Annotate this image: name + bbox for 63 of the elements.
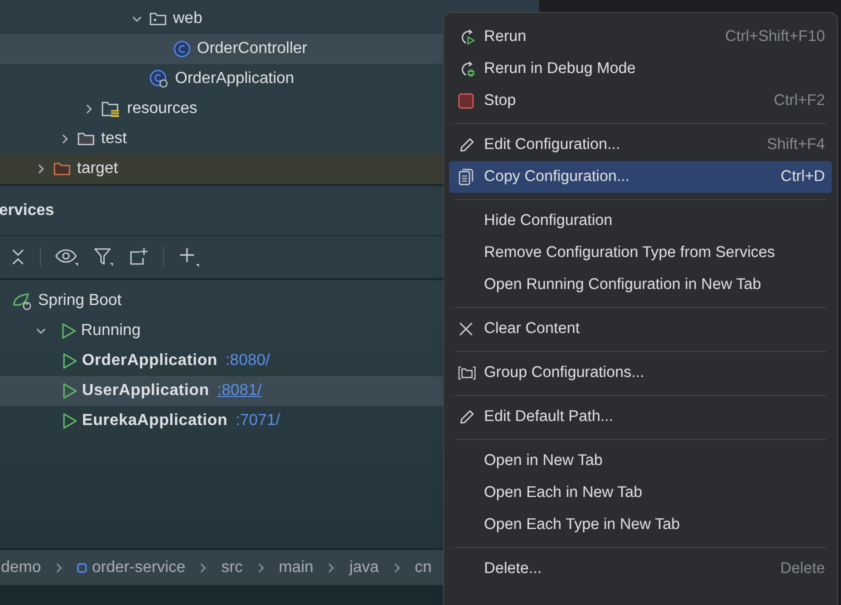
menu-item[interactable]: Clear Content <box>449 313 832 345</box>
shortcut-text: Ctrl+F2 <box>774 91 825 112</box>
breadcrumb-item[interactable]: demo <box>1 556 42 580</box>
shortcut-text: Ctrl+Shift+F10 <box>725 27 825 48</box>
resources-folder-icon <box>101 100 121 118</box>
tree-label: web <box>173 9 202 29</box>
run-icon <box>62 412 78 430</box>
run-icon <box>61 322 77 340</box>
close-icon <box>458 321 474 337</box>
chevron-right-icon <box>256 562 265 574</box>
menu-item[interactable]: Open Each in New Tab <box>449 477 832 509</box>
pencil-icon <box>458 136 476 154</box>
group-folder-icon <box>458 365 476 381</box>
menu-item[interactable]: Delete... Delete <box>449 553 832 585</box>
filter-icon[interactable] <box>93 247 115 267</box>
chevron-right-icon <box>199 562 208 574</box>
tree-label: resources <box>127 99 198 119</box>
service-label: Spring Boot <box>38 291 122 311</box>
chevron-right-icon <box>392 562 401 574</box>
port-link[interactable]: :8080/ <box>225 349 270 373</box>
service-label: OrderApplication <box>82 351 218 371</box>
run-icon <box>62 382 78 400</box>
chevron-right-icon <box>55 562 64 574</box>
stop-icon <box>458 93 474 109</box>
add-icon[interactable] <box>178 246 200 268</box>
shortcut-text: Shift+F4 <box>766 135 825 156</box>
folder-icon <box>53 161 71 177</box>
tree-label: OrderApplication <box>175 69 294 89</box>
collapse-icon[interactable] <box>10 248 26 266</box>
tree-label: OrderController <box>197 39 308 59</box>
shortcut-text: Delete <box>780 559 825 580</box>
pencil-icon <box>458 408 476 426</box>
breadcrumb-item[interactable]: main <box>278 556 314 580</box>
eye-icon[interactable] <box>55 247 79 267</box>
service-label: EurekaApplication <box>82 411 228 431</box>
menu-item[interactable]: Copy Configuration... Ctrl+D <box>449 161 832 193</box>
menu-item[interactable]: Open Each Type in New Tab <box>449 509 832 541</box>
run-class-icon <box>149 69 169 89</box>
menu-item[interactable]: Open in New Tab <box>449 445 832 477</box>
panel-title: ervices <box>0 200 54 220</box>
add-tab-icon[interactable] <box>129 247 149 267</box>
run-icon <box>62 352 78 370</box>
tree-label: test <box>101 129 127 149</box>
folder-icon <box>77 131 95 147</box>
menu-item[interactable]: Stop Ctrl+F2 <box>449 85 832 117</box>
tree-label: target <box>77 159 118 179</box>
shortcut-text: Ctrl+D <box>780 167 825 188</box>
module-icon <box>77 562 88 574</box>
breadcrumb-item[interactable]: src <box>221 556 243 580</box>
service-label: UserApplication <box>82 381 210 401</box>
package-folder-icon <box>149 11 167 27</box>
breadcrumb-item[interactable]: java <box>349 556 379 580</box>
service-label: Running <box>81 321 141 341</box>
class-icon <box>173 40 191 58</box>
port-link[interactable]: :7071/ <box>236 409 280 433</box>
leaf-power-icon <box>12 291 34 311</box>
breadcrumb-item[interactable]: cn <box>414 556 432 580</box>
copy-icon <box>458 168 474 186</box>
breadcrumb-item[interactable]: order-service <box>77 556 186 580</box>
menu-item[interactable]: Remove Configuration Type from Services <box>449 237 832 269</box>
menu-item[interactable]: Open Running Configuration in New Tab <box>449 269 832 301</box>
menu-item[interactable]: Hide Configuration <box>449 205 832 237</box>
chevron-right-icon <box>327 562 336 574</box>
